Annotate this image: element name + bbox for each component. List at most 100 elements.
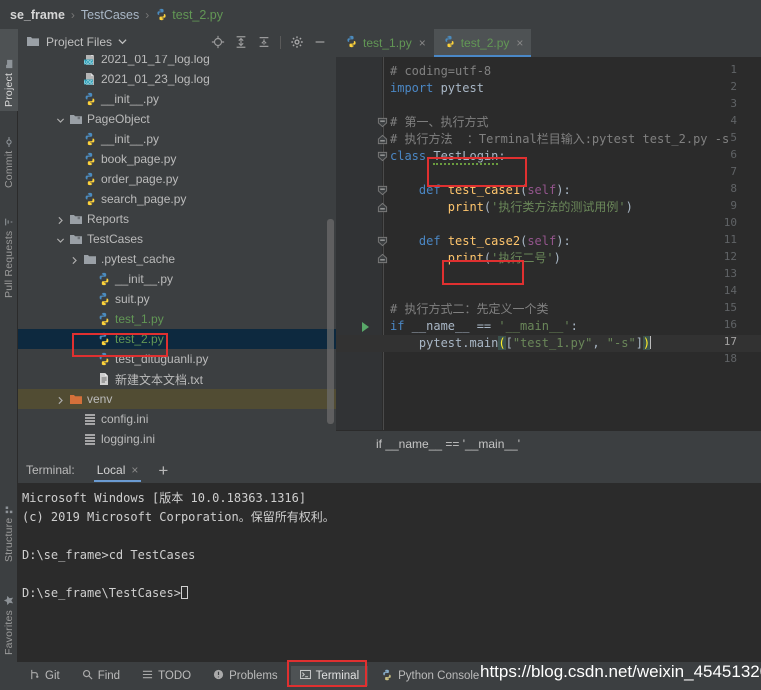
tree-file-row[interactable]: test_2.py <box>18 329 336 349</box>
locate-icon[interactable] <box>211 35 225 49</box>
terminal-output[interactable]: Microsoft Windows [版本 10.0.18363.1316] (c… <box>18 483 761 662</box>
add-terminal-button[interactable]: + <box>158 462 168 479</box>
expand-all-icon[interactable] <box>234 35 248 49</box>
chevron-down-icon[interactable] <box>118 35 127 49</box>
tree-file-row[interactable]: LOG 2021_01_23_log.log <box>18 69 336 89</box>
tree-file-row[interactable]: logging.ini <box>18 429 336 449</box>
sidebar-tab-commit[interactable]: Commit <box>0 117 18 192</box>
tree-file-row[interactable]: __init__.py <box>18 129 336 149</box>
code-line[interactable]: # 第一、执行方式 <box>390 114 488 131</box>
breadcrumb-item-file[interactable]: test_2.py <box>172 8 223 22</box>
tree-folder-row[interactable]: PageObject <box>18 109 336 129</box>
chevron-right-icon[interactable] <box>56 394 67 405</box>
code-line[interactable]: class TestLogin: <box>390 148 506 165</box>
close-icon[interactable]: × <box>419 36 426 50</box>
project-file-tree[interactable]: LOG 2021_01_17_log.log LOG 2021_01_23_log.l… <box>18 55 336 457</box>
code-line[interactable]: # coding=utf-8 <box>390 63 491 80</box>
python-file-icon <box>97 292 111 306</box>
status-item-git[interactable]: Git <box>20 666 69 686</box>
tree-file-row[interactable]: search_page.py <box>18 189 336 209</box>
code-line[interactable]: # 执行方式二：先定义一个类 <box>390 301 548 318</box>
python-file-icon <box>443 35 456 51</box>
tree-file-row[interactable]: __init__.py <box>18 269 336 289</box>
tree-folder-row[interactable]: Reports <box>18 209 336 229</box>
tree-file-row[interactable]: 新建文本文档.txt <box>18 369 336 389</box>
terminal-tab-local[interactable]: Local × <box>91 458 145 482</box>
editor-tab-test_2[interactable]: test_2.py × <box>433 29 532 57</box>
chevron-down-icon[interactable] <box>56 114 67 125</box>
tree-item-label: 2021_01_23_log.log <box>101 72 210 86</box>
problems-icon <box>213 669 224 683</box>
tree-folder-row[interactable]: TestCases <box>18 229 336 249</box>
terminal-line: D:\se_frame\TestCases> <box>22 584 761 603</box>
fold-expand-icon[interactable] <box>377 253 388 264</box>
editor-tab-test_1[interactable]: test_1.py × <box>336 29 434 57</box>
tree-item-label: Reports <box>87 212 130 226</box>
breadcrumb: se_frame › TestCases › test_2.py <box>0 0 761 29</box>
tree-item-label: search_page.py <box>101 192 187 206</box>
settings-gear-icon[interactable] <box>290 35 304 49</box>
code-line[interactable]: # 执行方法 ：Terminal栏目输入:pytest test_2.py -s <box>390 131 729 148</box>
fold-collapse-icon[interactable] <box>377 185 388 196</box>
editor-gutter[interactable] <box>336 57 382 430</box>
chevron-down-icon[interactable] <box>56 234 67 245</box>
code-line[interactable]: print('执行二号') <box>390 250 561 267</box>
status-item-todo[interactable]: TODO <box>133 666 200 686</box>
status-item-python-console[interactable]: Python Console <box>372 666 488 687</box>
fold-collapse-icon[interactable] <box>377 236 388 247</box>
python-file-icon <box>155 8 168 21</box>
tree-folder-row[interactable]: .pytest_cache <box>18 249 336 269</box>
line-number: 3 <box>730 97 737 110</box>
project-scrollbar[interactable] <box>327 219 334 424</box>
breadcrumb-separator: › <box>70 7 75 22</box>
code-line[interactable]: print('执行类方法的测试用例') <box>390 199 633 216</box>
breadcrumb-item-project[interactable]: se_frame <box>10 8 65 22</box>
tree-file-row[interactable]: test_1.py <box>18 309 336 329</box>
hide-panel-icon[interactable] <box>313 35 327 49</box>
tree-item-label: __init__.py <box>115 272 174 286</box>
close-icon[interactable]: × <box>516 36 523 50</box>
pycharm-window: se_frame › TestCases › test_2.py Project… <box>0 0 761 690</box>
terminal-line: Microsoft Windows [版本 10.0.18363.1316] <box>22 491 307 505</box>
run-script-icon[interactable] <box>362 322 369 332</box>
code-line[interactable]: if __name__ == '__main__': <box>390 318 578 335</box>
status-item-problems[interactable]: Problems <box>204 666 287 686</box>
close-icon[interactable]: × <box>131 463 138 477</box>
editor-breadcrumb-label[interactable]: if __name__ == '__main__' <box>376 437 520 451</box>
tree-file-row[interactable]: test_dituguanli.py <box>18 349 336 369</box>
fold-expand-icon[interactable] <box>377 134 388 145</box>
sidebar-tab-project[interactable]: Project <box>0 29 18 111</box>
breadcrumb-item-folder[interactable]: TestCases <box>81 8 139 22</box>
code-line[interactable]: def test_case2(self): <box>390 233 571 250</box>
sidebar-tab-pull-requests[interactable]: Pull Requests <box>0 197 18 302</box>
folder-icon <box>26 34 40 51</box>
tree-file-row[interactable]: __init__.py <box>18 89 336 109</box>
code-line[interactable]: import pytest <box>390 80 484 97</box>
sidebar-tab-favorites[interactable]: Favorites <box>0 574 18 659</box>
python-file-icon <box>83 172 97 186</box>
status-item-find[interactable]: Find <box>73 666 129 686</box>
code-area[interactable]: 1 # coding=utf-8 2 import pytest 3 4 # 第一、执行方式… <box>336 57 761 430</box>
tree-folder-row[interactable]: venv <box>18 389 336 409</box>
pull-request-icon <box>4 217 14 227</box>
tree-file-row[interactable]: order_page.py <box>18 169 336 189</box>
sidebar-tab-label: Structure <box>3 517 15 562</box>
sidebar-tab-label: Commit <box>3 150 15 188</box>
fold-collapse-icon[interactable] <box>377 151 388 162</box>
editor-tab-strip: test_1.py × test_2.py × <box>336 29 761 57</box>
code-line[interactable]: pytest.main(["test_1.py", "-s"]) <box>390 335 652 352</box>
chevron-right-icon[interactable] <box>70 254 81 265</box>
sidebar-tab-structure[interactable]: Structure <box>0 484 18 566</box>
tree-file-row[interactable]: suit.py <box>18 289 336 309</box>
chevron-right-icon[interactable] <box>56 214 67 225</box>
python-file-icon <box>83 132 97 146</box>
tree-file-row[interactable]: config.ini <box>18 409 336 429</box>
collapse-all-icon[interactable] <box>257 35 271 49</box>
status-item-terminal[interactable]: Terminal <box>290 666 369 686</box>
fold-collapse-icon[interactable] <box>377 117 388 128</box>
tree-file-row[interactable]: LOG 2021_01_17_log.log <box>18 55 336 69</box>
fold-expand-icon[interactable] <box>377 202 388 213</box>
project-files-title[interactable]: Project Files <box>46 35 112 49</box>
code-line[interactable]: def test_case1(self): <box>390 182 571 199</box>
tree-file-row[interactable]: book_page.py <box>18 149 336 169</box>
